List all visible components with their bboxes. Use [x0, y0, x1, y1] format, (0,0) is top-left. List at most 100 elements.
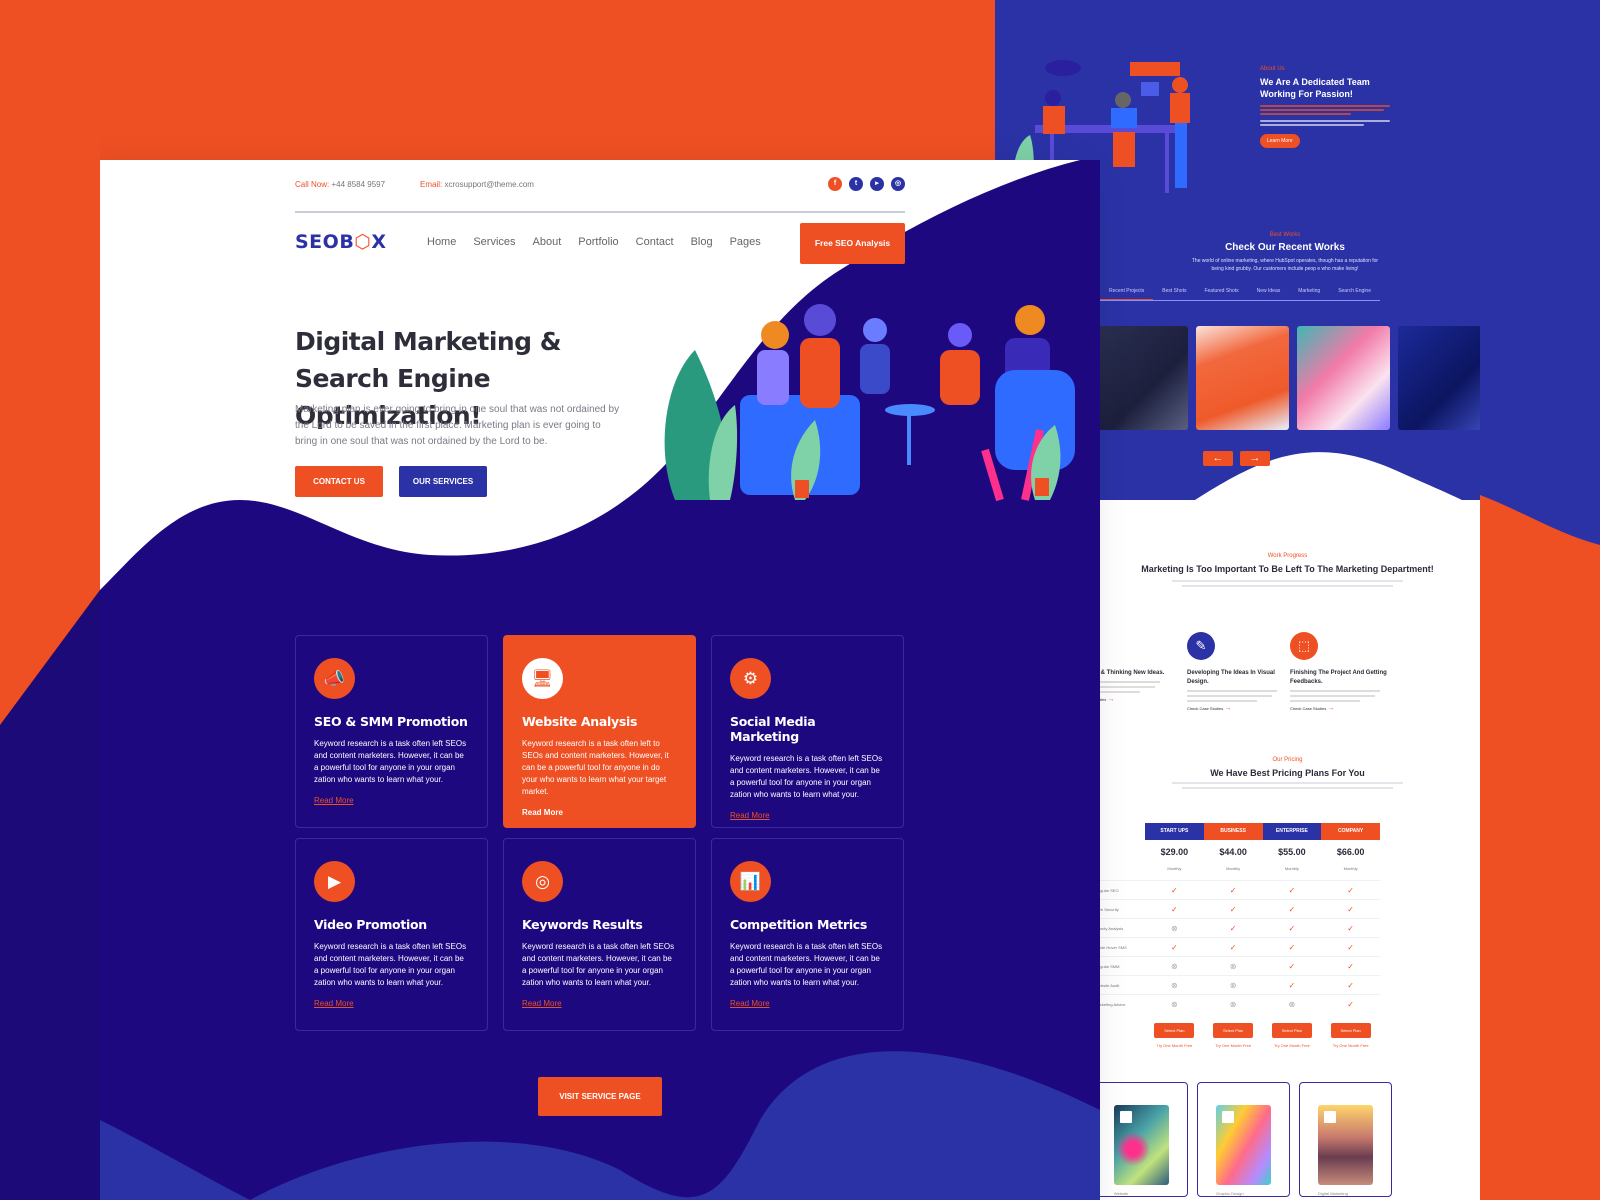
feature-row: Priority Analysis ⊗ ✓ ✓ ✓: [1095, 918, 1380, 937]
work-thumbnail[interactable]: [1398, 326, 1480, 430]
works-tab[interactable]: Search Engine: [1329, 288, 1380, 300]
feature-label: Web Security: [1095, 906, 1119, 912]
select-plan-button[interactable]: Select Plan: [1154, 1023, 1195, 1038]
service-card[interactable]: 📣 SEO & SMM Promotion Keyword research i…: [295, 635, 488, 828]
logo[interactable]: SEOB⬡X: [295, 231, 387, 253]
email-contact[interactable]: Email: xcrosupport@theme.com: [420, 180, 534, 189]
service-title: Video Promotion: [314, 917, 427, 932]
service-card[interactable]: ▶ Video Promotion Keyword research is a …: [295, 838, 488, 1031]
contact-us-button[interactable]: CONTACT US: [295, 466, 383, 497]
works-heading: Best Works Check Our Recent Works The wo…: [1085, 232, 1480, 273]
works-tab[interactable]: Featured Shots: [1195, 288, 1247, 300]
free-trial-link[interactable]: Try One Month Free: [1145, 1043, 1204, 1048]
service-title: Social Media Marketing: [730, 714, 816, 744]
service-description: Keyword research is a task often left SE…: [314, 739, 467, 784]
plan-price: $44.00 Monthly: [1219, 847, 1247, 871]
select-plan-button[interactable]: Select Plan: [1330, 1023, 1371, 1038]
monitor-analysis-icon: 🖥: [522, 658, 563, 699]
service-card[interactable]: ⚙ Social Media Marketing Keyword researc…: [711, 635, 904, 828]
check-icon: ✓: [1288, 942, 1296, 952]
free-trial-link[interactable]: Try One Month Free: [1204, 1043, 1263, 1048]
service-card[interactable]: ◎ Keywords Results Keyword research is a…: [503, 838, 696, 1031]
read-more-link[interactable]: Read More: [314, 796, 354, 805]
works-eyebrow: Best Works: [1269, 232, 1301, 238]
nav-about[interactable]: About: [533, 236, 562, 248]
service-card[interactable]: 🖥 Website Analysis Keyword research is a…: [503, 635, 696, 828]
nav-contact[interactable]: Contact: [636, 236, 674, 248]
blog-card[interactable]: Graphic Design: [1197, 1082, 1290, 1197]
works-tab[interactable]: Marketing: [1289, 288, 1329, 300]
check-icon: ✓: [1347, 904, 1354, 914]
next-arrow-button[interactable]: →: [1240, 451, 1270, 466]
read-more-link[interactable]: Read More: [522, 999, 562, 1008]
plan-price: $66.00 Monthly: [1336, 847, 1365, 871]
works-tab[interactable]: Best Shots: [1153, 288, 1195, 300]
twitter-icon[interactable]: t: [849, 177, 863, 191]
check-icon: ✓: [1288, 904, 1296, 914]
nav-services[interactable]: Services: [473, 236, 515, 248]
main-page-mockup: Call Now: +44 8584 9597 Email: xcrosuppo…: [100, 160, 1100, 1200]
check-icon: ✓: [1347, 961, 1354, 971]
cross-circle-icon: ⊗: [1171, 980, 1178, 990]
free-trial-link[interactable]: Try One Month Free: [1321, 1043, 1380, 1048]
service-description: Keyword research is a task often left SE…: [730, 942, 883, 987]
learn-more-button[interactable]: Learn More: [1260, 134, 1300, 148]
pricing-table: START UPS BUSINESS ENTERPRISE COMPANY $29.0…: [1095, 823, 1380, 1048]
check-icon: ✓: [1347, 980, 1354, 990]
facebook-icon[interactable]: f: [828, 177, 842, 191]
step-link[interactable]: Check Case Studies →: [1187, 705, 1287, 712]
work-thumbnail[interactable]: [1297, 326, 1390, 430]
work-thumbnail[interactable]: [1196, 326, 1289, 430]
service-description: Keyword research is a task often left SE…: [730, 754, 883, 799]
check-icon: ✓: [1288, 885, 1296, 895]
read-more-link[interactable]: Read More: [730, 811, 770, 820]
feature-label: White Hover SMS: [1095, 944, 1127, 950]
check-icon: ✓: [1288, 961, 1296, 971]
nav-portfolio[interactable]: Portfolio: [578, 236, 618, 248]
nav-home[interactable]: Home: [427, 236, 456, 248]
youtube-icon[interactable]: ▸: [870, 177, 884, 191]
select-plan-button[interactable]: Select Plan: [1271, 1023, 1312, 1038]
feature-row: White Hover SMS ✓ ✓ ✓ ✓: [1095, 937, 1380, 956]
check-icon: ✓: [1288, 980, 1296, 990]
blog-card[interactable]: Digital Marketing: [1299, 1082, 1392, 1197]
date-badge: [1120, 1111, 1132, 1123]
progress-eyebrow: Work Progress: [1267, 553, 1308, 559]
nav-pages[interactable]: Pages: [730, 236, 761, 248]
free-seo-analysis-button[interactable]: Free SEO Analysis: [800, 223, 905, 264]
works-tab[interactable]: Recent Projects: [1100, 288, 1154, 300]
blog-card[interactable]: Website: [1095, 1082, 1188, 1197]
blog-category: Digital Marketing: [1318, 1191, 1348, 1196]
prev-arrow-button[interactable]: ←: [1203, 451, 1233, 466]
design-board-icon: ✎: [1187, 632, 1215, 660]
call-now[interactable]: Call Now: +44 8584 9597: [295, 180, 385, 189]
blog-image: [1318, 1105, 1373, 1185]
keyword-target-icon: ◎: [522, 861, 563, 902]
blog-image: [1216, 1105, 1271, 1185]
blog-category: Website: [1114, 1191, 1129, 1196]
about-text-lines: [1260, 105, 1390, 115]
plan-header: BUSINESS: [1203, 823, 1263, 840]
step-link[interactable]: Check Case Studies →: [1290, 705, 1390, 712]
pricing-eyebrow: Our Pricing: [1272, 757, 1303, 763]
megaphone-icon: 📣: [314, 658, 355, 699]
read-more-link[interactable]: Read More: [730, 999, 770, 1008]
works-tab[interactable]: New Ideas: [1248, 288, 1290, 300]
blog-image: [1114, 1105, 1169, 1185]
check-icon: ✓: [1347, 923, 1354, 933]
cross-circle-icon: ⊗: [1171, 999, 1178, 1009]
our-services-button[interactable]: OUR SERVICES: [399, 466, 487, 497]
read-more-link[interactable]: Read More: [522, 808, 563, 817]
cross-circle-icon: ⊗: [1171, 961, 1178, 971]
service-card[interactable]: 📊 Competition Metrics Keyword research i…: [711, 838, 904, 1031]
visit-service-page-button[interactable]: VISIT SERVICE PAGE: [538, 1077, 662, 1116]
plan-price: $29.00 Monthly: [1160, 847, 1189, 871]
read-more-link[interactable]: Read More: [314, 999, 354, 1008]
step-title: Developing The Ideas In Visual Design.: [1187, 670, 1275, 685]
work-thumbnail[interactable]: [1095, 326, 1188, 430]
instagram-icon[interactable]: ◎: [891, 177, 905, 191]
nav-blog[interactable]: Blog: [691, 236, 713, 248]
select-plan-button[interactable]: Select Plan: [1213, 1023, 1254, 1038]
free-trial-link[interactable]: Try One Month Free: [1263, 1043, 1322, 1048]
feature-label: Priority Analysis: [1095, 925, 1124, 931]
